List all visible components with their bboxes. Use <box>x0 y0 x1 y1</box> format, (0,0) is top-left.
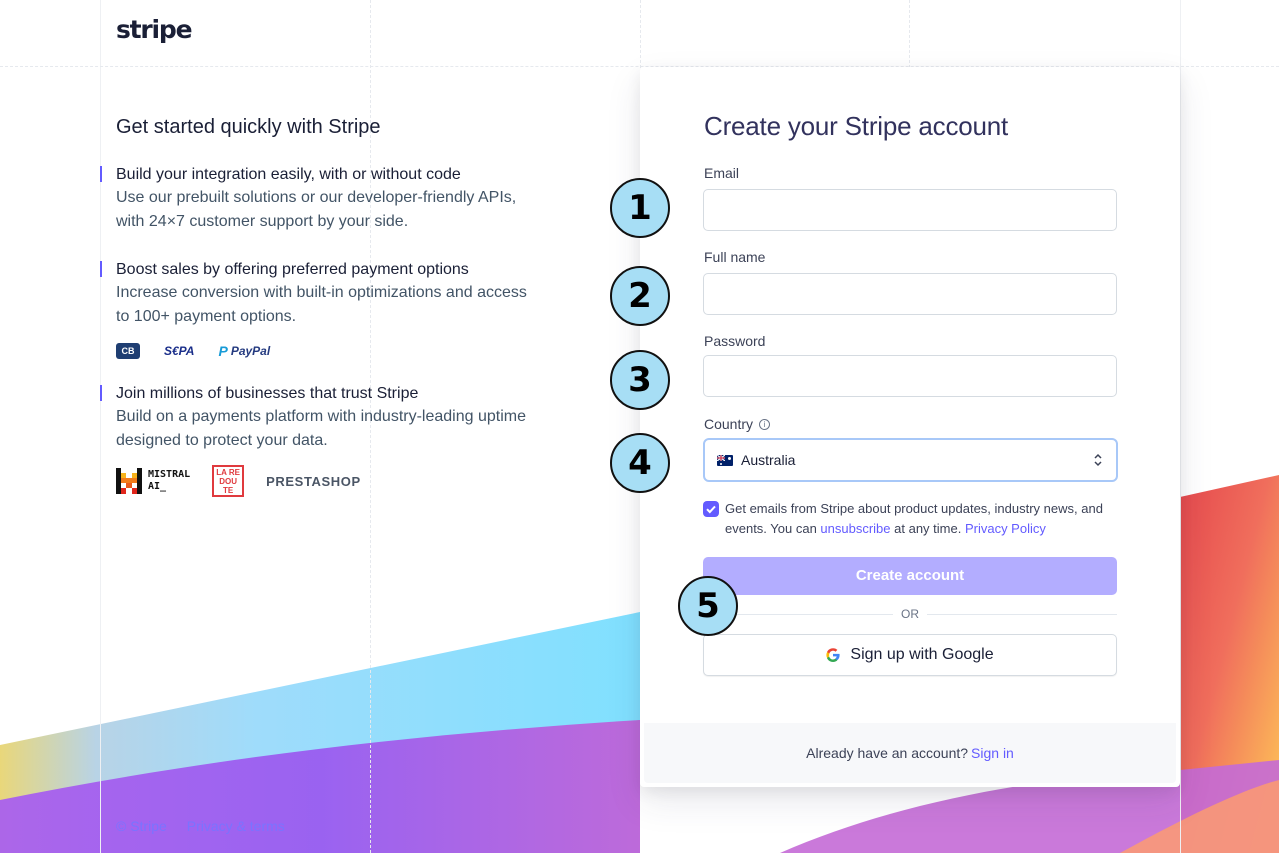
google-signup-button[interactable]: Sign up with Google <box>703 634 1117 676</box>
form-title: Create your Stripe account <box>704 111 1009 141</box>
customer-logos: MISTRAL AI_ LA RE DOU TE PRESTASHOP <box>116 465 361 497</box>
payment-logos: CB S€PA P PayPal <box>116 343 270 359</box>
or-divider: OR <box>703 607 1117 621</box>
feature-desc: Use our prebuilt solutions or our develo… <box>116 189 517 230</box>
sign-in-link[interactable]: Sign in <box>971 745 1014 761</box>
signin-prompt: Already have an account? <box>806 745 969 761</box>
annotation-badge-4: 4 <box>610 433 670 493</box>
sepa-logo: S€PA <box>164 344 195 358</box>
google-button-label: Sign up with Google <box>850 646 994 663</box>
grid-line <box>909 0 910 68</box>
email-consent: Get emails from Stripe about product upd… <box>703 499 1117 539</box>
divider-line <box>927 614 1117 615</box>
mistral-wordmark: MISTRAL AI_ <box>148 469 191 492</box>
grid-line <box>100 0 101 853</box>
google-icon <box>826 648 840 662</box>
mistral-icon <box>116 468 142 494</box>
consent-copy: at any time. <box>890 521 965 536</box>
left-heading: Get started quickly with Stripe <box>116 116 381 138</box>
password-input[interactable] <box>703 355 1117 397</box>
fullname-label: Full name <box>704 249 766 265</box>
annotation-badge-3: 3 <box>610 350 670 410</box>
feature-title: Build your integration easily, with or w… <box>116 166 461 183</box>
feature-item: Build your integration easily, with or w… <box>100 164 556 234</box>
feature-title: Boost sales by offering preferred paymen… <box>116 261 469 278</box>
feature-accent-bar <box>100 385 102 401</box>
country-value: Australia <box>741 452 796 468</box>
country-select[interactable]: Australia <box>703 438 1118 482</box>
annotation-badge-1: 1 <box>610 178 670 238</box>
email-label: Email <box>704 165 740 181</box>
cb-logo: CB <box>116 343 140 359</box>
chevron-updown-icon <box>1094 453 1102 467</box>
grid-line <box>1180 0 1181 853</box>
paypal-wordmark: PayPal <box>230 344 271 358</box>
feature-item: Boost sales by offering preferred paymen… <box>100 259 556 329</box>
email-input[interactable] <box>703 189 1117 231</box>
feature-desc: Increase conversion with built-in optimi… <box>116 284 527 325</box>
fullname-input[interactable] <box>703 273 1117 315</box>
signup-card: Create your Stripe account Email Full na… <box>640 67 1180 787</box>
copyright-link[interactable]: © Stripe <box>116 818 167 834</box>
australia-flag-icon <box>717 454 733 466</box>
feature-title: Join millions of businesses that trust S… <box>116 385 419 402</box>
prestashop-logo: PRESTASHOP <box>266 473 361 489</box>
paypal-icon: P <box>218 343 228 359</box>
consent-text: Get emails from Stripe about product upd… <box>725 499 1117 539</box>
country-label: Country <box>704 416 754 432</box>
grid-line <box>640 0 641 68</box>
paypal-logo: P PayPal <box>218 343 270 359</box>
stripe-logo[interactable]: stripe <box>116 15 193 44</box>
feature-item: Join millions of businesses that trust S… <box>100 383 556 453</box>
feature-accent-bar <box>100 261 102 277</box>
unsubscribe-link[interactable]: unsubscribe <box>820 521 890 536</box>
annotation-badge-5: 5 <box>678 576 738 636</box>
laredoute-logo: LA RE DOU TE <box>212 465 245 497</box>
privacy-policy-link[interactable]: Privacy Policy <box>965 521 1046 536</box>
country-label-row: Country i <box>704 416 771 432</box>
password-label: Password <box>704 333 766 349</box>
mistral-logo: MISTRAL AI_ <box>116 468 190 494</box>
card-footer: Already have an account? Sign in <box>644 723 1176 783</box>
privacy-terms-link[interactable]: Privacy & terms <box>187 818 285 834</box>
checkmark-icon <box>706 505 716 514</box>
page-footer: © Stripe Privacy & terms <box>116 818 285 834</box>
feature-accent-bar <box>100 166 102 182</box>
feature-desc: Build on a payments platform with indust… <box>116 408 526 449</box>
consent-checkbox[interactable] <box>703 501 719 517</box>
info-icon[interactable]: i <box>759 418 771 430</box>
annotation-badge-2: 2 <box>610 266 670 326</box>
create-account-button[interactable]: Create account <box>703 557 1117 595</box>
